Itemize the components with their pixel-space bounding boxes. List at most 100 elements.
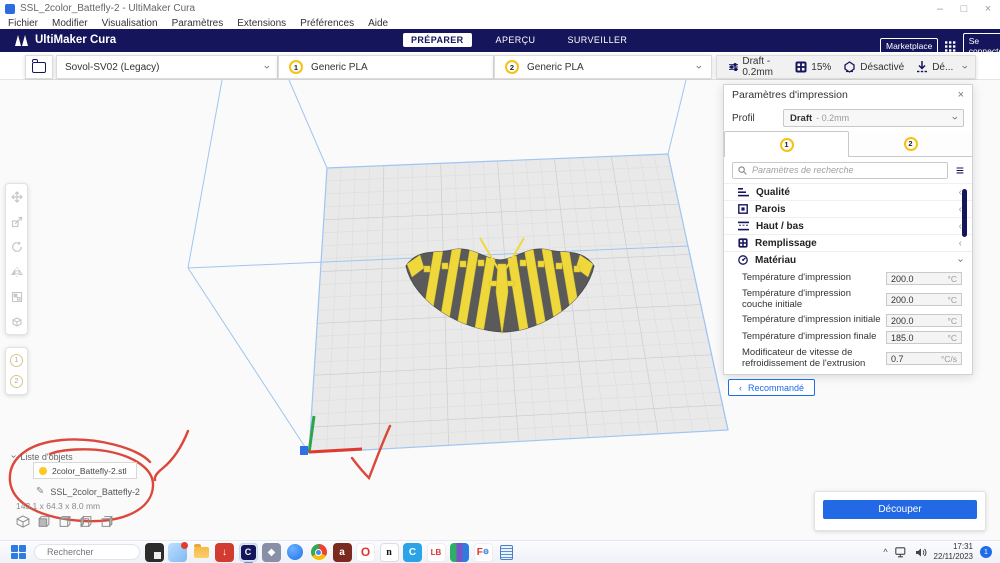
collapse-icon: ‹: [8, 455, 19, 458]
per-model-settings-button[interactable]: [5, 284, 28, 309]
chevron-icon: ‹: [959, 238, 962, 249]
network-icon[interactable]: [895, 547, 908, 558]
category-material[interactable]: Matériau ‹: [724, 251, 972, 268]
print-settings-summary[interactable]: Draft - 0.2mm 15% Désactivé Dé... ‹: [716, 55, 976, 79]
object-list-item[interactable]: 2color_Battefly-2.stl: [33, 462, 137, 479]
menu-visualisation[interactable]: Visualisation: [102, 18, 158, 29]
taskbar-app-chrome-icon[interactable]: [309, 543, 328, 562]
infill-icon: [738, 238, 748, 248]
view-top-icon[interactable]: [58, 515, 72, 528]
panel-scrollbar[interactable]: [962, 189, 967, 237]
menu-parametres[interactable]: Paramètres: [172, 18, 224, 29]
menu-aide[interactable]: Aide: [368, 18, 388, 29]
setting-unit: °C: [947, 333, 957, 343]
taskbar-app-red-icon[interactable]: ↓: [215, 543, 234, 562]
setting-value-box[interactable]: 200.0 °C: [886, 293, 962, 306]
panel-close-button[interactable]: ×: [958, 89, 964, 101]
setting-value-box[interactable]: 185.0 °C: [886, 331, 962, 344]
app-icon: [5, 4, 15, 14]
search-icon: [738, 166, 747, 175]
view-3d-icon[interactable]: [16, 515, 30, 528]
toolbar-extruder-2-button[interactable]: 2: [10, 375, 23, 388]
taskbar-app-dark-icon[interactable]: [145, 543, 164, 562]
chevron-icon: ‹: [955, 258, 966, 261]
setting-label: Température d'impression couche initiale: [742, 289, 886, 310]
toolbar-extruder-1-button[interactable]: 1: [10, 354, 23, 367]
taskbar-app-cura-icon[interactable]: C: [239, 543, 258, 562]
taskbar-app-opera-icon[interactable]: O: [356, 543, 375, 562]
slice-button[interactable]: Découper: [823, 500, 977, 519]
taskbar-app-browser-icon[interactable]: [286, 543, 305, 562]
category-quality[interactable]: Qualité ‹: [724, 183, 972, 200]
taskbar-app-notion-icon[interactable]: n: [380, 543, 399, 562]
view-front-icon[interactable]: [37, 515, 51, 528]
taskbar-app-notepad-icon[interactable]: [497, 543, 516, 562]
profile-summary: Draft - 0.2mm: [729, 56, 783, 78]
taskbar-app-lb-icon[interactable]: LB: [427, 543, 446, 562]
tab-prepare[interactable]: PRÉPARER: [403, 33, 472, 47]
view-right-icon[interactable]: [100, 515, 114, 528]
start-button[interactable]: [10, 544, 26, 560]
minimize-button[interactable]: –: [928, 3, 952, 15]
category-walls[interactable]: Parois ‹: [724, 200, 972, 217]
category-label: Qualité: [756, 187, 952, 198]
taskbar-app-colorful-icon[interactable]: [450, 543, 469, 562]
setting-value-box[interactable]: 200.0 °C: [886, 272, 962, 285]
profile-label: Profil: [732, 113, 783, 124]
mirror-icon: [11, 266, 23, 278]
mirror-tool-button[interactable]: [5, 259, 28, 284]
setting-value-box[interactable]: 60 °C: [886, 374, 962, 376]
taskbar-clock[interactable]: 17:31 22/11/2023: [934, 542, 973, 562]
menu-modifier[interactable]: Modifier: [52, 18, 88, 29]
menu-extensions[interactable]: Extensions: [237, 18, 286, 29]
pencil-icon: ✎: [36, 486, 44, 497]
extruder-2-icon: 2: [904, 137, 918, 151]
setting-value: 185.0: [891, 333, 947, 343]
taskbar-app-blue-c-icon[interactable]: C: [403, 543, 422, 562]
taskbar-app-weather-icon[interactable]: [168, 543, 187, 562]
setting-value: 200.0: [891, 316, 947, 326]
volume-icon[interactable]: [915, 547, 927, 558]
object-list-header[interactable]: ‹ Liste d'objets: [12, 451, 73, 462]
view-left-icon[interactable]: [79, 515, 93, 528]
setting-value-box[interactable]: 0.7 °C/s: [886, 352, 962, 365]
taskbar-search[interactable]: [34, 544, 140, 560]
taskbar-app-darkred-icon[interactable]: a: [333, 543, 352, 562]
profile-dropdown[interactable]: Draft - 0.2mm ‹: [783, 109, 964, 127]
recommended-mode-button[interactable]: ‹ Recommandé: [728, 379, 815, 396]
category-infill[interactable]: Remplissage ‹: [724, 234, 972, 251]
taskbar-app-f-gear-icon[interactable]: F⚙: [474, 543, 493, 562]
tab-monitor[interactable]: SURVEILLER: [559, 33, 635, 47]
apps-grid-icon[interactable]: [945, 40, 955, 53]
taskbar-app-explorer-icon[interactable]: [192, 543, 211, 562]
menu-fichier[interactable]: Fichier: [8, 18, 38, 29]
panel-extruder-tab-1[interactable]: 1: [724, 131, 849, 157]
infill-icon: [795, 61, 807, 73]
tab-preview[interactable]: APERÇU: [488, 33, 544, 47]
panel-extruder-tab-2[interactable]: 2: [849, 131, 972, 157]
close-button[interactable]: ×: [976, 3, 1000, 15]
support-blocker-button[interactable]: [5, 309, 28, 334]
maximize-button[interactable]: □: [952, 3, 976, 15]
chevron-down-icon: ‹: [693, 65, 705, 69]
open-file-button[interactable]: [25, 55, 53, 79]
menu-preferences[interactable]: Préférences: [300, 18, 354, 29]
settings-menu-icon[interactable]: ≡: [956, 165, 964, 175]
rotate-tool-button[interactable]: [5, 234, 28, 259]
setting-row: Température du plateau 60 °C: [724, 372, 972, 376]
printer-selector[interactable]: Sovol-SV02 (Legacy) ‹: [56, 55, 278, 79]
taskbar-app-remote-icon[interactable]: ◆: [262, 543, 281, 562]
extruder-1-selector[interactable]: 1 Generic PLA: [278, 55, 494, 79]
setting-value-box[interactable]: 200.0 °C: [886, 314, 962, 327]
settings-search-box[interactable]: [732, 162, 948, 179]
project-name-row[interactable]: ✎ SSL_2color_Battefly-2: [36, 486, 140, 497]
scale-tool-button[interactable]: [5, 209, 28, 234]
move-tool-button[interactable]: [5, 184, 28, 209]
category-top-bottom[interactable]: Haut / bas ‹: [724, 217, 972, 234]
notification-badge[interactable]: 1: [980, 546, 992, 558]
annotation-ellipse-tail: [155, 431, 188, 480]
per-model-settings-icon: [11, 291, 23, 303]
extruder-2-selector[interactable]: 2 Generic PLA ‹: [494, 55, 712, 79]
tray-expand-icon[interactable]: ^: [883, 547, 887, 557]
settings-search-input[interactable]: [752, 165, 942, 175]
